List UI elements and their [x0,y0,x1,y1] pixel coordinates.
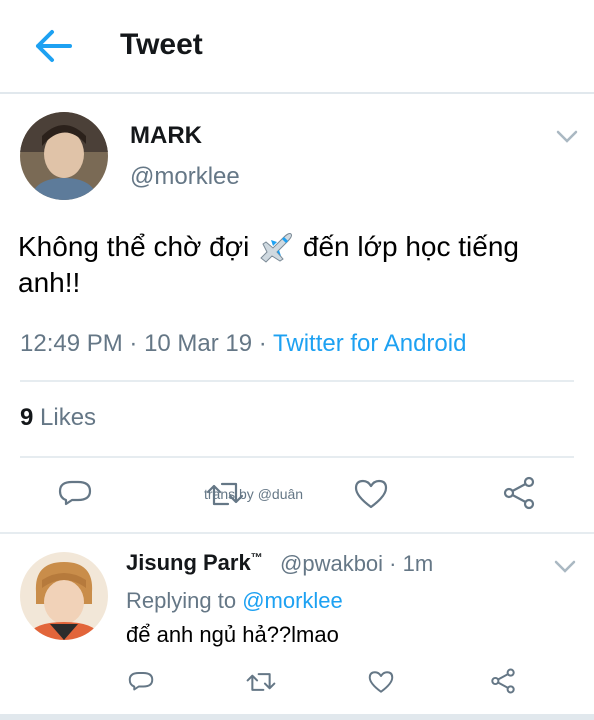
tweet-date: 10 Mar 19 [144,330,253,357]
reply-author-meta: @pwakboi · 1m [280,551,434,576]
reply-age: 1m [402,551,434,576]
reply-author-name[interactable]: Jisung Park™ [126,550,263,576]
replying-prefix: Replying to [126,588,243,613]
likes-label: Likes [40,404,97,431]
reply-icon[interactable] [58,478,92,510]
author-handle[interactable]: @morklee [130,163,240,191]
replying-to: Replying to @morklee [126,588,343,614]
like-icon[interactable] [354,478,388,510]
tweet-text-part: Không thể chờ đợi [18,231,250,262]
share-icon[interactable] [502,476,536,510]
watermark-text: trans by @duân [204,486,304,502]
replying-handle-link[interactable]: @morklee [242,588,343,613]
bottom-divider [0,714,594,720]
page-title: Tweet [120,28,203,61]
tweet-meta: 12:49 PM · 10 Mar 19 · Twitter for Andro… [20,330,467,357]
app-header: Tweet [0,0,594,94]
likes-number: 9 [20,404,34,431]
divider [0,532,594,534]
likes-count[interactable]: 9 Likes [20,404,96,432]
like-icon[interactable] [368,670,394,694]
airplane-icon [260,233,293,263]
back-button[interactable] [32,26,76,66]
reply-author-name-text: Jisung Park [126,550,251,575]
reply-icon[interactable] [128,670,154,694]
reply-author-avatar[interactable] [20,552,108,640]
author-avatar[interactable] [20,112,108,200]
tweet-time: 12:49 PM [20,330,123,357]
reply-text: để anh ngủ hả??lmao [126,622,339,647]
tweet-source-link[interactable]: Twitter for Android [273,330,466,357]
tweet-text: Không thể chờ đợi đến lớp học tiếng anh!… [18,228,578,301]
arrow-left-icon [36,30,72,62]
chevron-down-icon[interactable] [556,130,578,144]
divider [20,380,574,382]
trademark-symbol: ™ [250,550,263,565]
share-icon[interactable] [490,668,516,694]
divider [20,456,574,458]
retweet-icon[interactable] [246,671,276,693]
reply-author-handle[interactable]: @pwakboi [280,551,383,576]
author-name[interactable]: MARK [130,122,202,150]
chevron-down-icon[interactable] [554,560,576,574]
